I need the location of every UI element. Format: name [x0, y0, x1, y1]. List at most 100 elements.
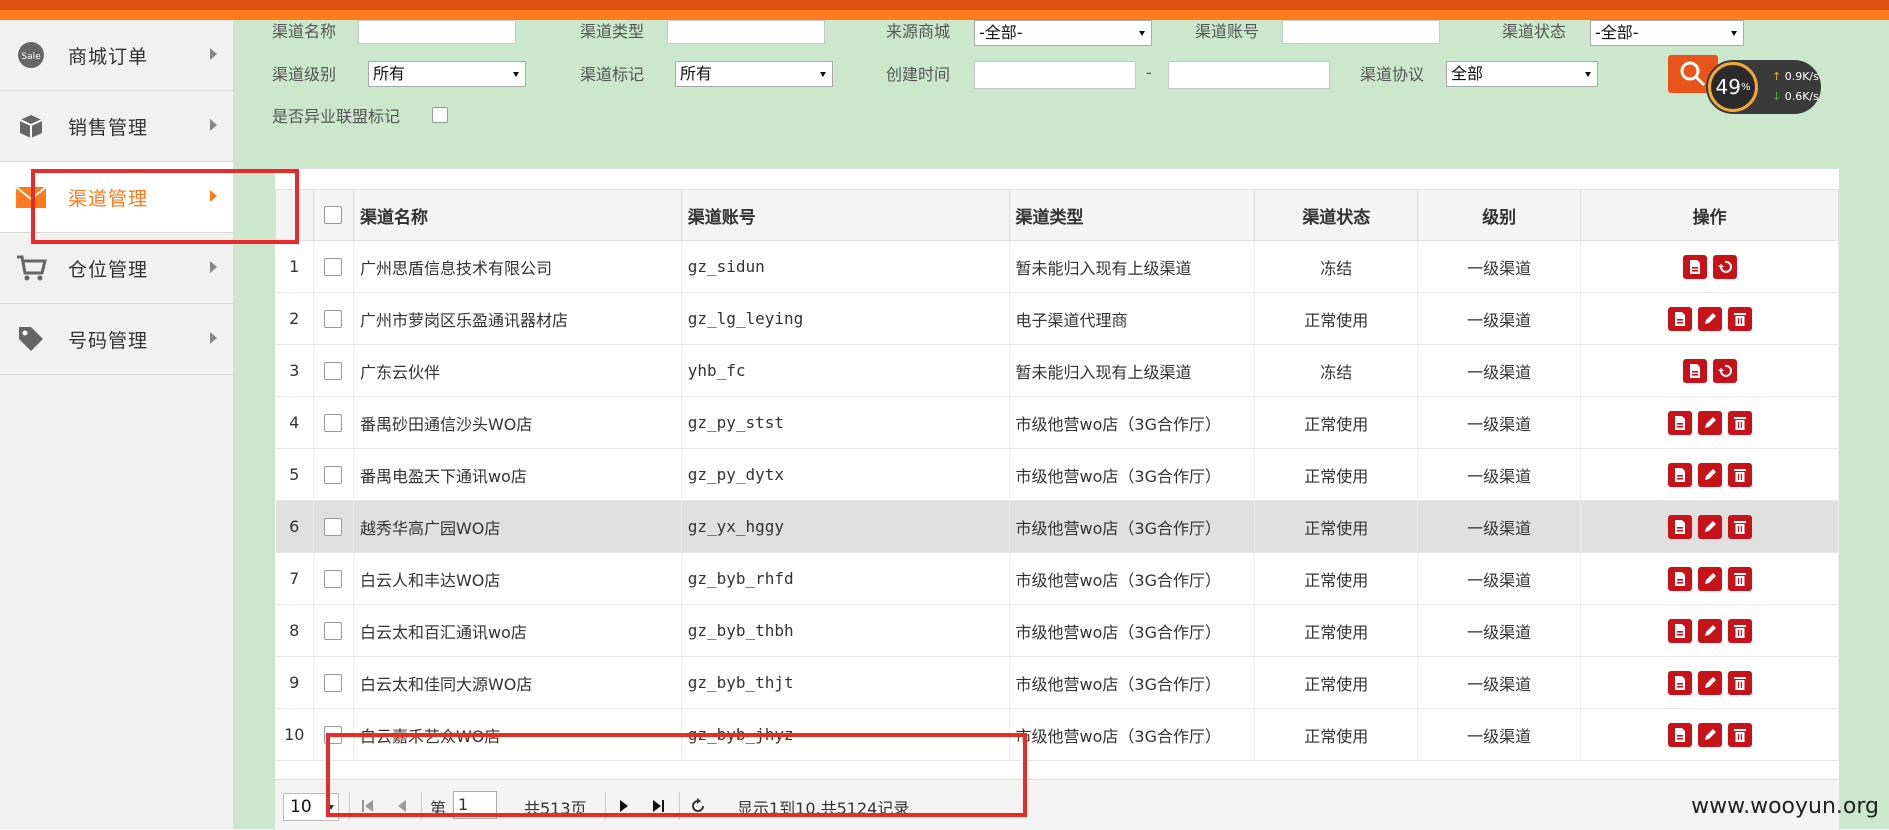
row-checkbox[interactable]: [324, 310, 343, 329]
trash-icon[interactable]: [1727, 618, 1752, 643]
channel-type-cell: 市级他营wo店（3G合作厅）: [1009, 448, 1256, 501]
table-body: 1 广州思盾信息技术有限公司 gz_sidun 暂未能归入现有上级渠道 冻结 一级渠道 2 广…: [275, 240, 1839, 761]
select-all-checkbox[interactable]: [324, 206, 343, 224]
chevron-right-icon: [210, 119, 217, 131]
channel-level-cell: 一级渠道: [1417, 292, 1582, 345]
table-row[interactable]: 7 白云人和丰达WO店 gz_byb_rhfd 市级他营wo店（3G合作厅） 正常使用一…: [275, 552, 1839, 605]
channel-name-cell: 番禺砂田通信沙头WO店: [353, 396, 682, 449]
annotation-box-pagination: [326, 733, 1027, 817]
row-select-cell: [313, 344, 354, 397]
channel-type-cell: 市级他营wo店（3G合作厅）: [1009, 500, 1256, 553]
row-checkbox[interactable]: [324, 518, 343, 537]
channel-status-value: -全部-: [1595, 23, 1639, 42]
table-row[interactable]: 5 番禺电盈天下通讯wo店 gz_py_dytx 市级他营wo店（3G合作厅） 正常使用…: [275, 448, 1839, 501]
channel-name-cell: 白云太和佳同大源WO店: [353, 656, 682, 709]
trash-icon[interactable]: [1727, 722, 1752, 747]
top-accent-stripe: [0, 0, 1889, 10]
view-document-icon[interactable]: [1667, 306, 1692, 331]
create-time-end-input[interactable]: [1168, 61, 1330, 89]
channel-status-cell: 正常使用: [1254, 448, 1419, 501]
view-document-icon[interactable]: [1682, 254, 1707, 279]
channel-account-cell: gz_yx_hggy: [681, 500, 1010, 553]
trash-icon[interactable]: [1727, 566, 1752, 591]
source-mall-select[interactable]: -全部-: [974, 20, 1152, 46]
channel-type-input[interactable]: [667, 20, 825, 44]
header-channel-type[interactable]: 渠道类型: [1008, 189, 1256, 241]
row-checkbox[interactable]: [324, 622, 343, 641]
edit-pencil-icon[interactable]: [1697, 410, 1722, 435]
channel-status-cell: 冻结: [1254, 344, 1419, 397]
view-document-icon[interactable]: [1667, 722, 1692, 747]
table-row[interactable]: 1 广州思盾信息技术有限公司 gz_sidun 暂未能归入现有上级渠道 冻结 一级渠道: [275, 240, 1839, 293]
edit-pencil-icon[interactable]: [1697, 566, 1722, 591]
row-select-cell: [313, 292, 354, 345]
channel-account-cell: yhb_fc: [681, 344, 1010, 397]
trash-icon[interactable]: [1727, 462, 1752, 487]
table-row[interactable]: 6 越秀华高广园WO店 gz_yx_hggy 市级他营wo店（3G合作厅） 正常使用 一级…: [275, 500, 1839, 553]
speed-percent-circle: 49%: [1708, 62, 1758, 112]
channel-name-cell: 白云太和百汇通讯wo店: [353, 604, 682, 657]
row-actions-cell: [1580, 708, 1839, 761]
undo-icon[interactable]: [1712, 358, 1737, 383]
channel-protocol-select[interactable]: 全部: [1446, 61, 1598, 87]
channel-level-select[interactable]: 所有: [368, 61, 526, 87]
view-document-icon[interactable]: [1682, 358, 1707, 383]
channel-name-input[interactable]: [358, 20, 516, 44]
table-row[interactable]: 2 广州市萝岗区乐盈通讯器材店 gz_lg_leying 电子渠道代理商 正常使用 一级渠…: [275, 292, 1839, 345]
edit-pencil-icon[interactable]: [1697, 306, 1722, 331]
table-row[interactable]: 8 白云太和百汇通讯wo店 gz_byb_thbh 市级他营wo店（3G合作厅） 正常使…: [275, 604, 1839, 657]
row-select-cell: [313, 240, 354, 293]
view-document-icon[interactable]: [1667, 670, 1692, 695]
chevron-right-icon: [210, 48, 217, 60]
channel-status-select[interactable]: -全部-: [1590, 20, 1744, 46]
trash-icon[interactable]: [1727, 410, 1752, 435]
channel-name-label: 渠道名称: [272, 22, 337, 41]
channel-account-input[interactable]: [1282, 20, 1440, 44]
channel-status-cell: 正常使用: [1254, 656, 1419, 709]
row-select-cell: [313, 448, 354, 501]
edit-pencil-icon[interactable]: [1697, 462, 1722, 487]
channel-status-cell: 正常使用: [1254, 292, 1419, 345]
row-checkbox[interactable]: [324, 362, 343, 381]
header-level[interactable]: 级别: [1417, 189, 1582, 241]
row-checkbox[interactable]: [324, 414, 343, 433]
sidebar-item-mall-orders[interactable]: Sale 商城订单: [0, 20, 233, 91]
table-row[interactable]: 4 番禺砂田通信沙头WO店 gz_py_stst 市级他营wo店（3G合作厅） 正常使用…: [275, 396, 1839, 449]
table-row[interactable]: 3 广东云伙伴 yhb_fc 暂未能归入现有上级渠道 冻结 一级渠道: [275, 344, 1839, 397]
annotation-box-channel-menu: [31, 169, 299, 244]
source-mall-value: -全部-: [979, 23, 1023, 42]
channel-status-cell: 正常使用: [1254, 552, 1419, 605]
undo-icon[interactable]: [1712, 254, 1737, 279]
row-checkbox[interactable]: [324, 570, 343, 589]
row-checkbox[interactable]: [324, 674, 343, 693]
trash-icon[interactable]: [1727, 514, 1752, 539]
create-time-start-input[interactable]: [974, 61, 1136, 89]
trash-icon[interactable]: [1727, 306, 1752, 331]
edit-pencil-icon[interactable]: [1697, 618, 1722, 643]
channel-account-cell: gz_byb_rhfd: [681, 552, 1010, 605]
cross-industry-checkbox[interactable]: [432, 107, 448, 123]
header-channel-status[interactable]: 渠道状态: [1254, 189, 1419, 241]
channel-mark-select[interactable]: 所有: [675, 61, 833, 87]
row-checkbox[interactable]: [324, 258, 343, 277]
edit-pencil-icon[interactable]: [1697, 722, 1722, 747]
sidebar-item-numbers[interactable]: 号码管理: [0, 304, 233, 375]
upload-speed: ↑ 0.9K/s: [1772, 70, 1819, 83]
create-time-label: 创建时间: [886, 65, 951, 84]
channel-level-cell: 一级渠道: [1417, 240, 1582, 293]
channel-type-label: 渠道类型: [580, 22, 645, 41]
header-channel-name[interactable]: 渠道名称: [352, 189, 682, 241]
view-document-icon[interactable]: [1667, 514, 1692, 539]
view-document-icon[interactable]: [1667, 566, 1692, 591]
view-document-icon[interactable]: [1667, 618, 1692, 643]
header-channel-account[interactable]: 渠道账号: [680, 189, 1010, 241]
edit-pencil-icon[interactable]: [1697, 670, 1722, 695]
view-document-icon[interactable]: [1667, 462, 1692, 487]
sidebar-item-sales[interactable]: 销售管理: [0, 91, 233, 162]
channel-protocol-label: 渠道协议: [1360, 65, 1425, 84]
row-checkbox[interactable]: [324, 466, 343, 485]
edit-pencil-icon[interactable]: [1697, 514, 1722, 539]
table-row[interactable]: 9 白云太和佳同大源WO店 gz_byb_thjt 市级他营wo店（3G合作厅） 正常使…: [275, 656, 1839, 709]
trash-icon[interactable]: [1727, 670, 1752, 695]
view-document-icon[interactable]: [1667, 410, 1692, 435]
